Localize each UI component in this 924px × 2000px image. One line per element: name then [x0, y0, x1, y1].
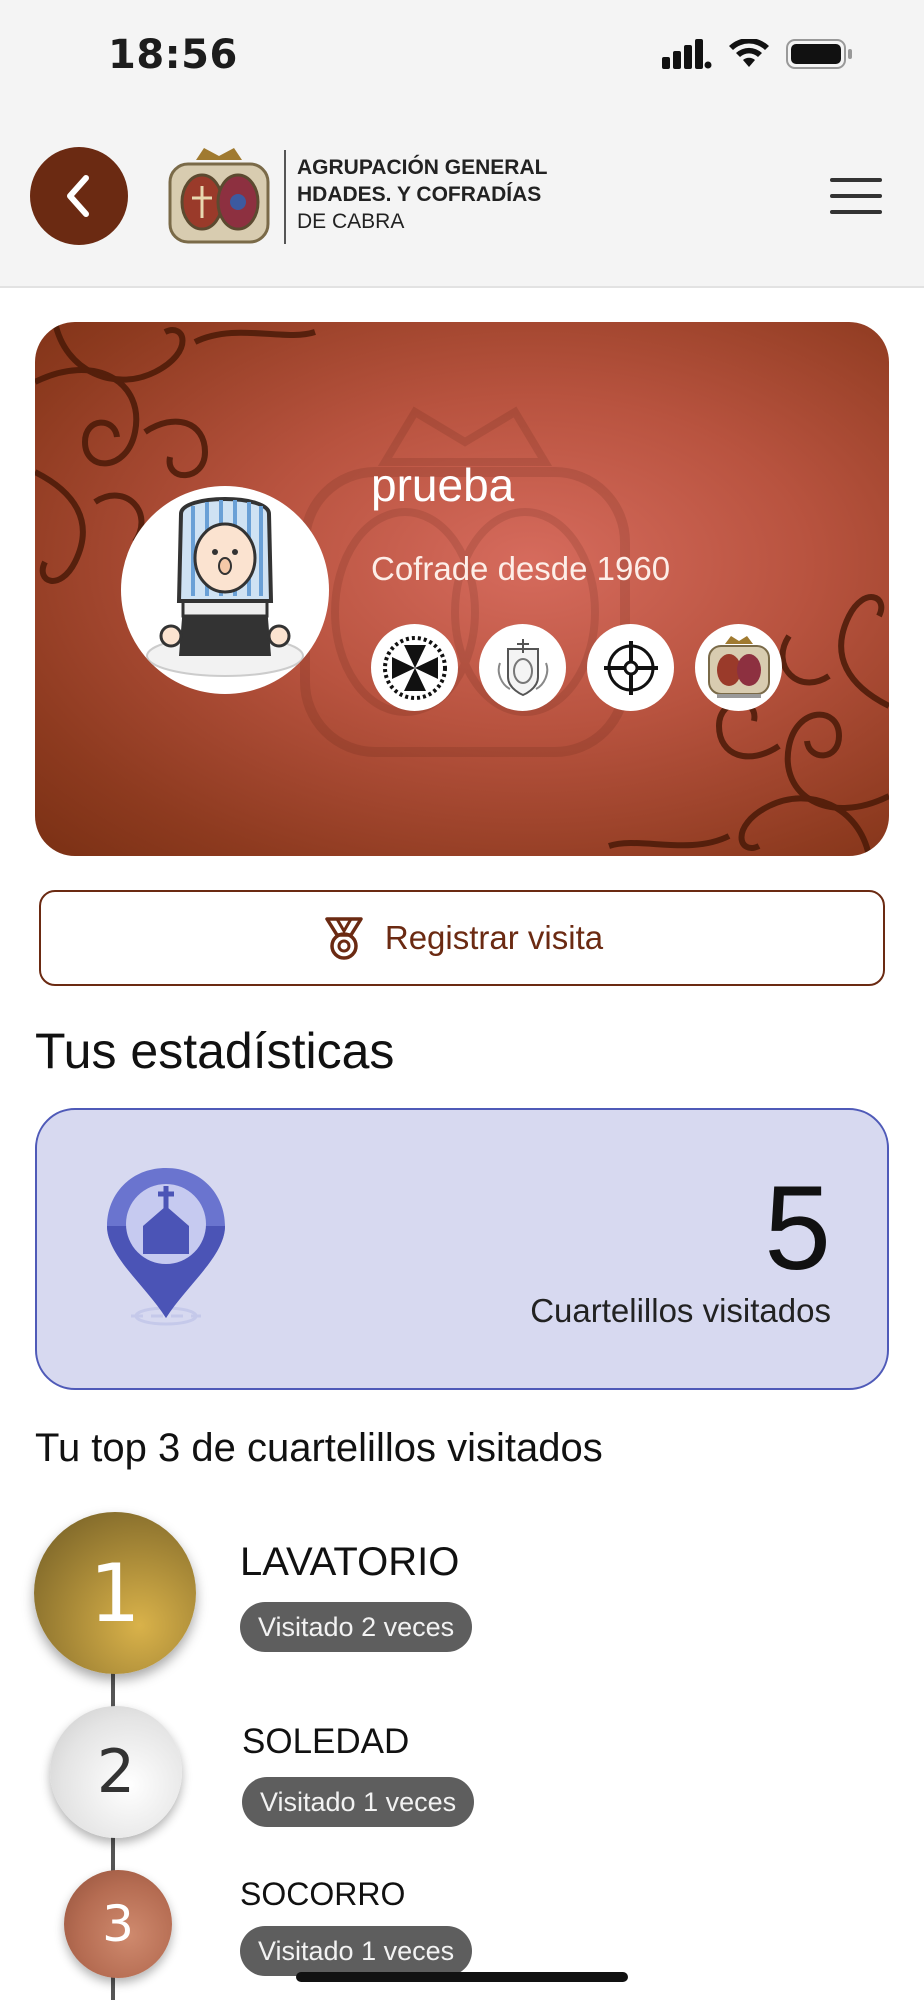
- cofradia-badge-4[interactable]: [695, 624, 782, 711]
- logo-divider: [284, 150, 286, 244]
- profile-name: prueba: [371, 459, 515, 511]
- crest-logo: [168, 148, 270, 244]
- home-indicator[interactable]: [296, 1972, 628, 1982]
- profile-since: Cofrade desde 1960: [371, 550, 671, 587]
- signal-icon: [662, 39, 712, 69]
- heraldic-shield-icon: [497, 638, 548, 696]
- app-header: AGRUPACIÓN GENERAL HDADES. Y COFRADÍAS D…: [0, 110, 924, 288]
- cofradia-badge-3[interactable]: [587, 624, 674, 711]
- maltese-cross-icon: [382, 635, 447, 700]
- agrupacion-crest-icon: [707, 635, 770, 698]
- register-visit-button[interactable]: Registrar visita: [39, 890, 885, 986]
- logo-line1: AGRUPACIÓN GENERAL: [297, 156, 548, 179]
- rank-1-medal: 1: [34, 1512, 196, 1674]
- badges-row: [371, 624, 782, 711]
- logo-text: AGRUPACIÓN GENERAL HDADES. Y COFRADÍAS D…: [297, 154, 547, 235]
- visited-count: 5: [764, 1161, 831, 1295]
- rank-2-visits-badge: Visitado 1 veces: [242, 1777, 475, 1827]
- stats-card: 5 Cuartelillos visitados: [35, 1108, 889, 1390]
- wifi-icon: [729, 39, 769, 67]
- rank-2-name[interactable]: SOLEDAD: [242, 1722, 409, 1762]
- chevron-left-icon: [67, 175, 89, 217]
- medal-icon: [325, 917, 363, 960]
- rank-1-visits-badge: Visitado 2 veces: [240, 1602, 473, 1652]
- logo-line3: DE CABRA: [297, 210, 405, 233]
- avatar[interactable]: [121, 486, 329, 694]
- logo-line2: HDADES. Y COFRADÍAS: [297, 183, 542, 206]
- rank-2-medal: 2: [50, 1706, 182, 1838]
- back-button[interactable]: [30, 147, 128, 245]
- profile-card: prueba Cofrade desde 1960: [35, 322, 889, 856]
- rank-3-visits-badge: Visitado 1 veces: [240, 1926, 473, 1976]
- cofradia-badge-2[interactable]: [479, 624, 566, 711]
- top3-title: Tu top 3 de cuartelillos visitados: [35, 1426, 603, 1470]
- visited-count-label: Cuartelillos visitados: [530, 1292, 831, 1329]
- battery-icon: [786, 39, 852, 69]
- stats-section-title: Tus estadísticas: [35, 1023, 395, 1079]
- status-icons: [662, 38, 854, 70]
- rank-3-name[interactable]: SOCORRO: [240, 1876, 405, 1913]
- cross-emblem-icon: [603, 640, 658, 695]
- cofradia-badge-1[interactable]: [371, 624, 458, 711]
- nazareno-avatar-icon: [146, 497, 304, 677]
- chapel-location-pin-icon: [107, 1168, 225, 1326]
- status-bar: 18:56: [0, 0, 924, 110]
- rank-3-medal: 3: [64, 1870, 172, 1978]
- status-time: 18:56: [108, 32, 238, 78]
- rank-1-name[interactable]: LAVATORIO: [240, 1540, 459, 1585]
- register-visit-label: Registrar visita: [384, 919, 604, 956]
- menu-icon[interactable]: [830, 178, 882, 214]
